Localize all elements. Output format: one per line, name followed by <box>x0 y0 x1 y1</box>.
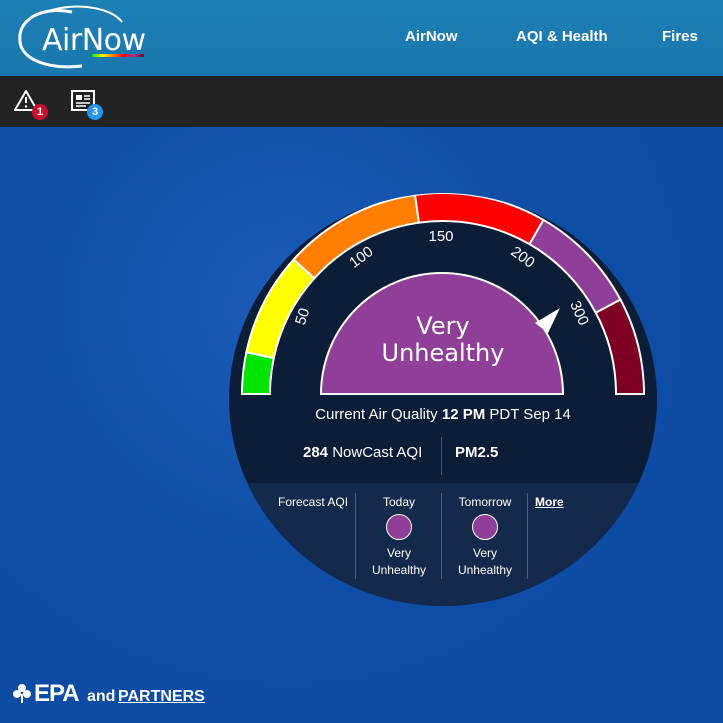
current-prefix: Current Air Quality <box>315 406 438 423</box>
divider <box>441 437 442 475</box>
more-forecast-link[interactable]: More <box>535 495 564 509</box>
nav-aqi-health[interactable]: AQI & Health <box>516 28 608 45</box>
forecast-day-tomorrow: Tomorrow <box>458 495 512 509</box>
aqi-category-line2: Unhealthy <box>381 339 505 367</box>
current-suffix: PDT Sep 14 <box>489 406 571 423</box>
aqi-value: 284 <box>303 444 329 461</box>
forecast-tomorrow-cat-line1: Very <box>472 546 497 560</box>
alerts-button[interactable]: 1 <box>14 88 48 120</box>
logo-color-bar <box>92 54 144 57</box>
aqi-category-label: Very Unhealthy <box>330 313 556 367</box>
forecast-today-cat-line2: Unhealthy <box>371 563 427 577</box>
news-button[interactable]: 3 <box>70 88 103 120</box>
nav-fires[interactable]: Fires <box>662 28 698 45</box>
current-time: 12 PM <box>441 406 486 423</box>
aqi-value-label: NowCast AQI <box>332 444 423 461</box>
gauge-segment-very-unhealthy <box>528 218 622 315</box>
forecast-today-circle <box>386 514 412 540</box>
tick-50: 50 <box>292 306 313 327</box>
airnow-logo[interactable]: AirNow <box>12 4 146 70</box>
forecast-tomorrow-cat-line2: Unhealthy <box>457 563 513 577</box>
forecast-tomorrow-category: Very Unhealthy <box>445 545 525 579</box>
and-text: and <box>87 688 116 705</box>
aqi-gauge: 50 100 150 200 300 <box>240 193 646 395</box>
forecast-today-category: Very Unhealthy <box>359 545 439 579</box>
divider <box>527 493 528 579</box>
forecast-day-today: Today <box>382 495 416 509</box>
nav-airnow[interactable]: AirNow <box>405 28 458 45</box>
aqi-category-line1: Very <box>416 312 470 340</box>
forecast-today-cat-line1: Very <box>386 546 411 560</box>
logo-text: AirNow <box>42 23 146 58</box>
forecast-tomorrow-circle <box>472 514 498 540</box>
alerts-count-badge: 1 <box>32 104 48 120</box>
current-air-quality: Current Air Quality 12 PM PDT Sep 14 <box>229 406 657 423</box>
aqi-dial[interactable]: 50 100 150 200 300 <box>229 193 657 606</box>
gauge-segment-good <box>240 351 275 395</box>
pollutant-label: PM2.5 <box>455 444 499 461</box>
news-count-badge: 3 <box>87 104 103 120</box>
forecast-title: Forecast AQI <box>278 495 349 509</box>
divider <box>355 493 356 579</box>
gauge-segment-hazardous <box>594 298 646 395</box>
tick-150: 150 <box>428 228 453 245</box>
top-header: AirNow AirNow AQI & Health Fires <box>0 0 723 76</box>
divider <box>441 493 442 579</box>
epa-text[interactable]: EPA <box>34 680 80 708</box>
nowcast-aqi: 284 NowCast AQI <box>303 444 422 461</box>
partners-link[interactable]: PARTNERS <box>118 688 205 706</box>
toolbar: 1 3 <box>0 76 723 127</box>
epa-flower-icon <box>13 684 31 703</box>
tick-300: 300 <box>566 298 592 328</box>
